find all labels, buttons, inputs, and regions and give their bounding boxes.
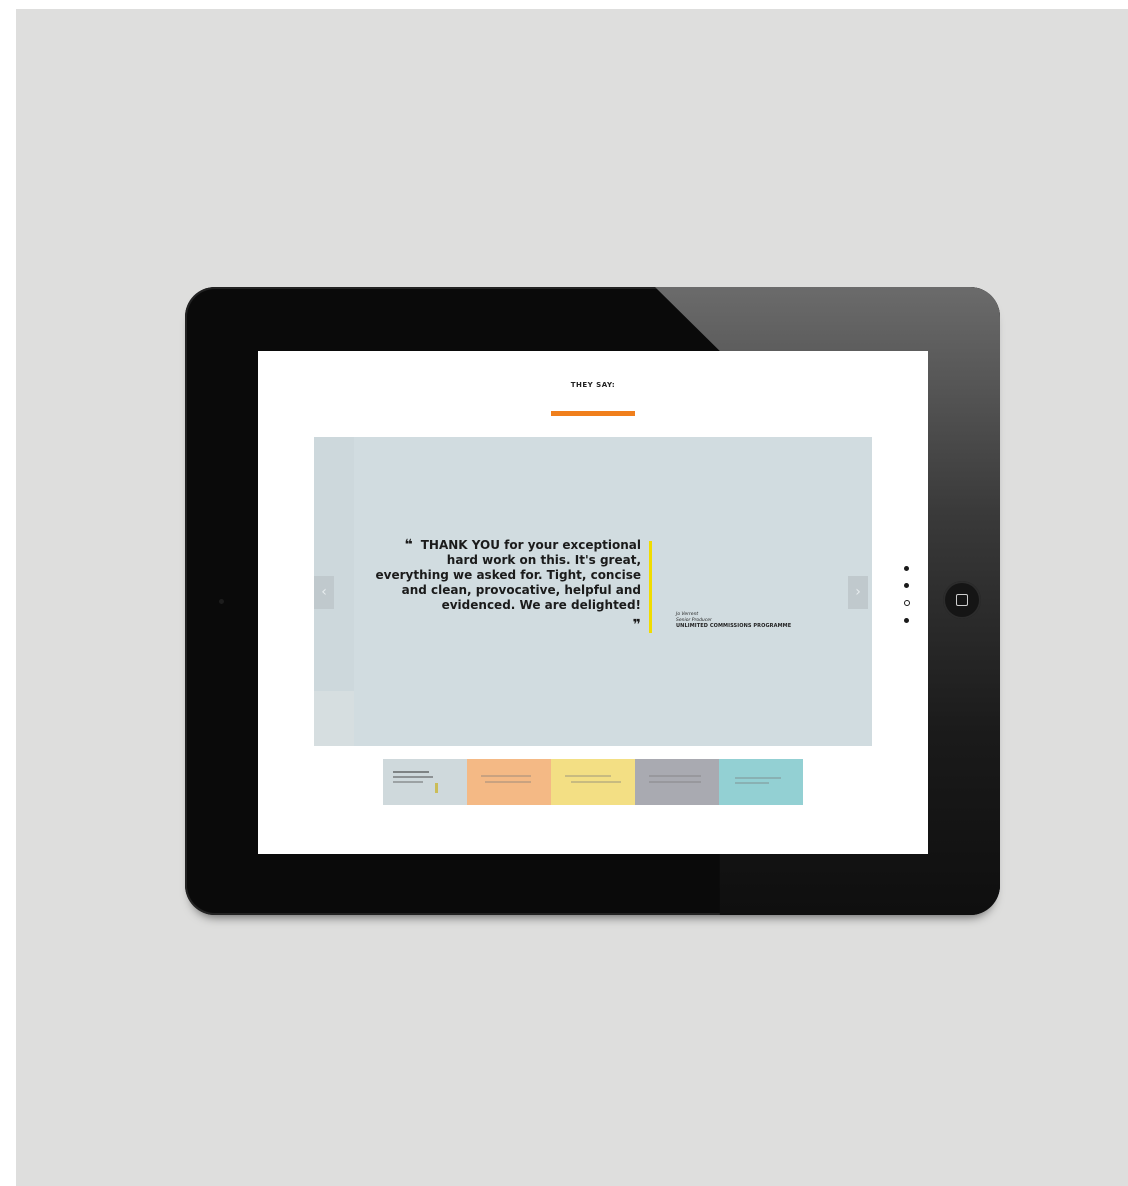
page-dot[interactable] xyxy=(904,566,909,571)
tablet-screen: THEY SAY: ‹ › ❝ THANK YOU for your except… xyxy=(258,351,928,854)
author-organisation: UNLIMITED COMMISSIONS PROGRAMME xyxy=(676,623,792,629)
page-dot-active[interactable] xyxy=(904,600,910,606)
quote-close-icon: ❞ xyxy=(632,617,641,633)
thumbnail-5[interactable] xyxy=(719,759,803,805)
page-dot[interactable] xyxy=(904,618,909,623)
page-indicator xyxy=(904,566,914,635)
attribution: Jo Verrent Senior Producer UNLIMITED COM… xyxy=(676,612,856,629)
prev-slide-button[interactable]: ‹ xyxy=(314,576,334,609)
slide-edge-patch xyxy=(314,691,354,746)
accent-rule xyxy=(551,411,635,416)
next-slide-button[interactable]: › xyxy=(848,576,868,609)
chevron-right-icon: › xyxy=(855,584,861,600)
thumbnail-2[interactable] xyxy=(467,759,551,805)
thumbnail-3[interactable] xyxy=(551,759,635,805)
page-dot[interactable] xyxy=(904,583,909,588)
thumbnail-1[interactable] xyxy=(383,759,467,805)
home-square-icon xyxy=(956,594,968,606)
chevron-left-icon: ‹ xyxy=(321,584,327,600)
thumbnail-4[interactable] xyxy=(635,759,719,805)
section-heading: THEY SAY: xyxy=(570,381,616,389)
camera-icon xyxy=(219,599,224,604)
testimonial-quote: ❝ THANK YOU for your exceptional hard wor… xyxy=(374,538,641,613)
quote-text: THANK YOU for your exceptional hard work… xyxy=(375,538,641,612)
testimonial-slide: ‹ › ❝ THANK YOU for your exceptional hard… xyxy=(314,437,872,746)
tablet-device: THEY SAY: ‹ › ❝ THANK YOU for your except… xyxy=(185,287,1000,915)
quote-divider xyxy=(649,541,652,633)
home-button[interactable] xyxy=(943,581,981,619)
quote-open-icon: ❝ xyxy=(404,537,413,553)
